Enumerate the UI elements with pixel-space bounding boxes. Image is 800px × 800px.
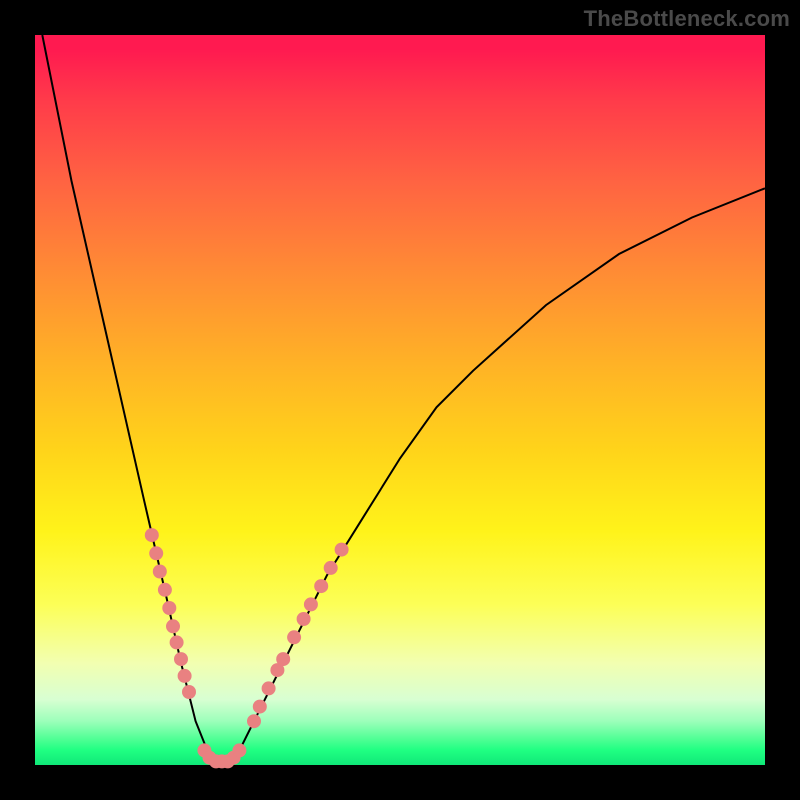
watermark-text: TheBottleneck.com: [584, 6, 790, 32]
highlight-point: [158, 583, 172, 597]
highlight-point: [166, 619, 180, 633]
highlight-point: [276, 652, 290, 666]
highlight-point: [247, 714, 261, 728]
chart-frame: TheBottleneck.com: [0, 0, 800, 800]
highlight-point: [153, 565, 167, 579]
highlight-point: [262, 681, 276, 695]
highlight-point: [253, 700, 267, 714]
highlight-point: [324, 561, 338, 575]
highlight-point: [182, 685, 196, 699]
highlight-point: [287, 630, 301, 644]
highlight-point: [304, 597, 318, 611]
bottleneck-curve: [42, 35, 765, 765]
highlight-point: [149, 546, 163, 560]
plot-area: [35, 35, 765, 765]
highlight-point: [178, 669, 192, 683]
highlight-point: [335, 543, 349, 557]
highlight-point: [145, 528, 159, 542]
highlight-point: [174, 652, 188, 666]
highlight-point: [297, 612, 311, 626]
highlight-point: [314, 579, 328, 593]
highlight-points: [145, 528, 349, 768]
highlight-point: [170, 635, 184, 649]
highlight-point: [162, 601, 176, 615]
highlight-point: [232, 743, 246, 757]
chart-svg: [35, 35, 765, 765]
